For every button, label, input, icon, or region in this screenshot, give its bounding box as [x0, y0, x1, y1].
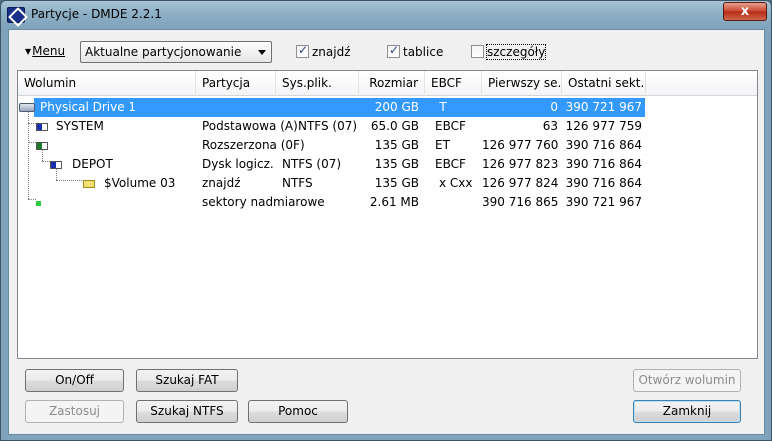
column-header-last-sector[interactable]: Ostatni sekt... — [562, 71, 646, 96]
cell-first-sector: 126 977 823 — [482, 157, 559, 171]
found-checkbox-box[interactable] — [296, 43, 309, 58]
cell-first-sector: 126 977 824 — [482, 176, 559, 190]
cell-last-sector: 390 716 864 — [565, 138, 642, 152]
partition-mode-select[interactable]: Aktualne partycjonowanie — [80, 41, 272, 63]
cell-size: 135 GB — [374, 176, 419, 190]
column-header-partition[interactable]: Partycja — [196, 71, 276, 96]
details-checkbox-label: szczegóły — [485, 44, 547, 60]
column-header-filesystem[interactable]: Sys.plik. — [276, 71, 359, 96]
dmde-partitions-window: Partycje - DMDE 2.2.1 x ▼Menu Aktualne p… — [0, 0, 772, 441]
cell-partition: Dysk logicz. — [202, 157, 274, 171]
search-ntfs-button[interactable]: Szukaj NTFS — [136, 400, 238, 423]
cell-partition: Rozszerzona (0F) — [202, 138, 305, 152]
cell-first-sector: 63 — [542, 119, 558, 133]
cell-size: 135 GB — [374, 138, 419, 152]
table-row[interactable]: DEPOT Dysk logicz. NTFS (07) 135 GB EBCF… — [18, 155, 645, 174]
search-fat-button[interactable]: Szukaj FAT — [136, 369, 238, 392]
table-row[interactable]: sektory nadmiarowe 2.61 MB 390 716 865 3… — [18, 193, 645, 212]
table-row[interactable]: Rozszerzona (0F) 135 GB ET 126 977 760 3… — [18, 136, 645, 155]
cell-last-sector: 390 721 967 — [565, 100, 642, 114]
cell-volume: DEPOT — [72, 157, 113, 171]
title-bar[interactable]: Partycje - DMDE 2.2.1 x — [1, 1, 771, 29]
window-close-button[interactable]: x — [723, 2, 767, 21]
apply-button[interactable]: Zastosuj — [25, 400, 124, 423]
cell-size: 135 GB — [374, 157, 419, 171]
table-row[interactable]: $Volume 03 znajdź NTFS 135 GB x Cxx 126 … — [18, 174, 645, 193]
cell-volume: SYSTEM — [56, 119, 104, 133]
cell-ebcf: T — [439, 100, 447, 114]
cell-first-sector: 0 — [550, 100, 558, 114]
cell-last-sector: 390 716 864 — [565, 176, 642, 190]
found-volume-icon — [83, 180, 95, 188]
partition-mode-value: Aktualne partycjonowanie — [85, 45, 242, 59]
chevron-down-icon — [258, 50, 266, 55]
found-checkbox-label: znajdź — [312, 45, 351, 59]
column-header-volume[interactable]: Wolumin — [18, 71, 196, 96]
onoff-button[interactable]: On/Off — [25, 369, 124, 392]
tables-checkbox-box[interactable] — [387, 43, 400, 58]
open-volume-button[interactable]: Otwórz wolumin — [633, 369, 741, 392]
cell-last-sector: 390 716 864 — [565, 157, 642, 171]
column-header-ebcf[interactable]: EBCF — [425, 71, 482, 96]
tables-checkbox-label: tablice — [403, 45, 444, 59]
cell-filesystem: NTFS (07) — [282, 157, 342, 171]
partition-list[interactable]: Wolumin Partycja Sys.plik. Rozmiar EBCF … — [17, 70, 758, 359]
table-row[interactable]: SYSTEM Podstawowa (A) NTFS (07) 65.0 GB … — [18, 117, 645, 136]
cell-size: 65.0 GB — [370, 119, 419, 133]
cell-first-sector: 126 977 760 — [482, 138, 559, 152]
cell-last-sector: 126 977 759 — [565, 119, 642, 133]
window-title: Partycje - DMDE 2.2.1 — [31, 7, 162, 21]
help-button[interactable]: Pomoc — [248, 400, 348, 423]
cell-size: 2.61 MB — [369, 195, 419, 209]
column-header-size[interactable]: Rozmiar — [359, 71, 425, 96]
cell-ebcf: x Cxx — [439, 176, 473, 190]
details-checkbox-box[interactable] — [471, 45, 484, 58]
dmde-app-icon — [7, 7, 25, 23]
cell-ebcf: EBCF — [435, 119, 466, 133]
cell-ebcf: EBCF — [435, 157, 466, 171]
cell-partition: znajdź — [202, 176, 241, 190]
close-button[interactable]: Zamknij — [633, 400, 741, 423]
extended-partition-icon — [36, 142, 48, 150]
list-header: Wolumin Partycja Sys.plik. Rozmiar EBCF … — [18, 71, 757, 96]
cell-partition: Podstawowa (A) — [202, 119, 298, 133]
cell-volume: $Volume 03 — [104, 176, 176, 190]
cell-first-sector: 390 716 865 — [482, 195, 559, 209]
cell-size: 200 GB — [374, 100, 419, 114]
column-header-first-sector[interactable]: Pierwszy se... — [482, 71, 562, 96]
menu-label: Menu — [32, 44, 66, 58]
cell-last-sector: 390 721 967 — [565, 195, 642, 209]
menu-button[interactable]: ▼Menu — [25, 44, 65, 58]
hard-drive-icon — [19, 103, 35, 112]
unallocated-space-icon — [36, 201, 41, 206]
dialog-client-area: ▼Menu Aktualne partycjonowanie znajdź ta… — [8, 29, 765, 435]
cell-filesystem: NTFS — [282, 176, 313, 190]
cell-partition: sektory nadmiarowe — [202, 195, 325, 209]
logical-partition-icon — [50, 161, 62, 169]
table-row[interactable]: Physical Drive 1 200 GB T 0 390 721 967 — [18, 98, 645, 117]
cell-filesystem: NTFS (07) — [298, 119, 358, 133]
primary-partition-icon — [36, 123, 48, 131]
triangle-down-icon: ▼ — [25, 47, 32, 56]
close-icon: x — [740, 4, 750, 19]
cell-volume: Physical Drive 1 — [40, 100, 137, 114]
cell-ebcf: ET — [435, 138, 450, 152]
